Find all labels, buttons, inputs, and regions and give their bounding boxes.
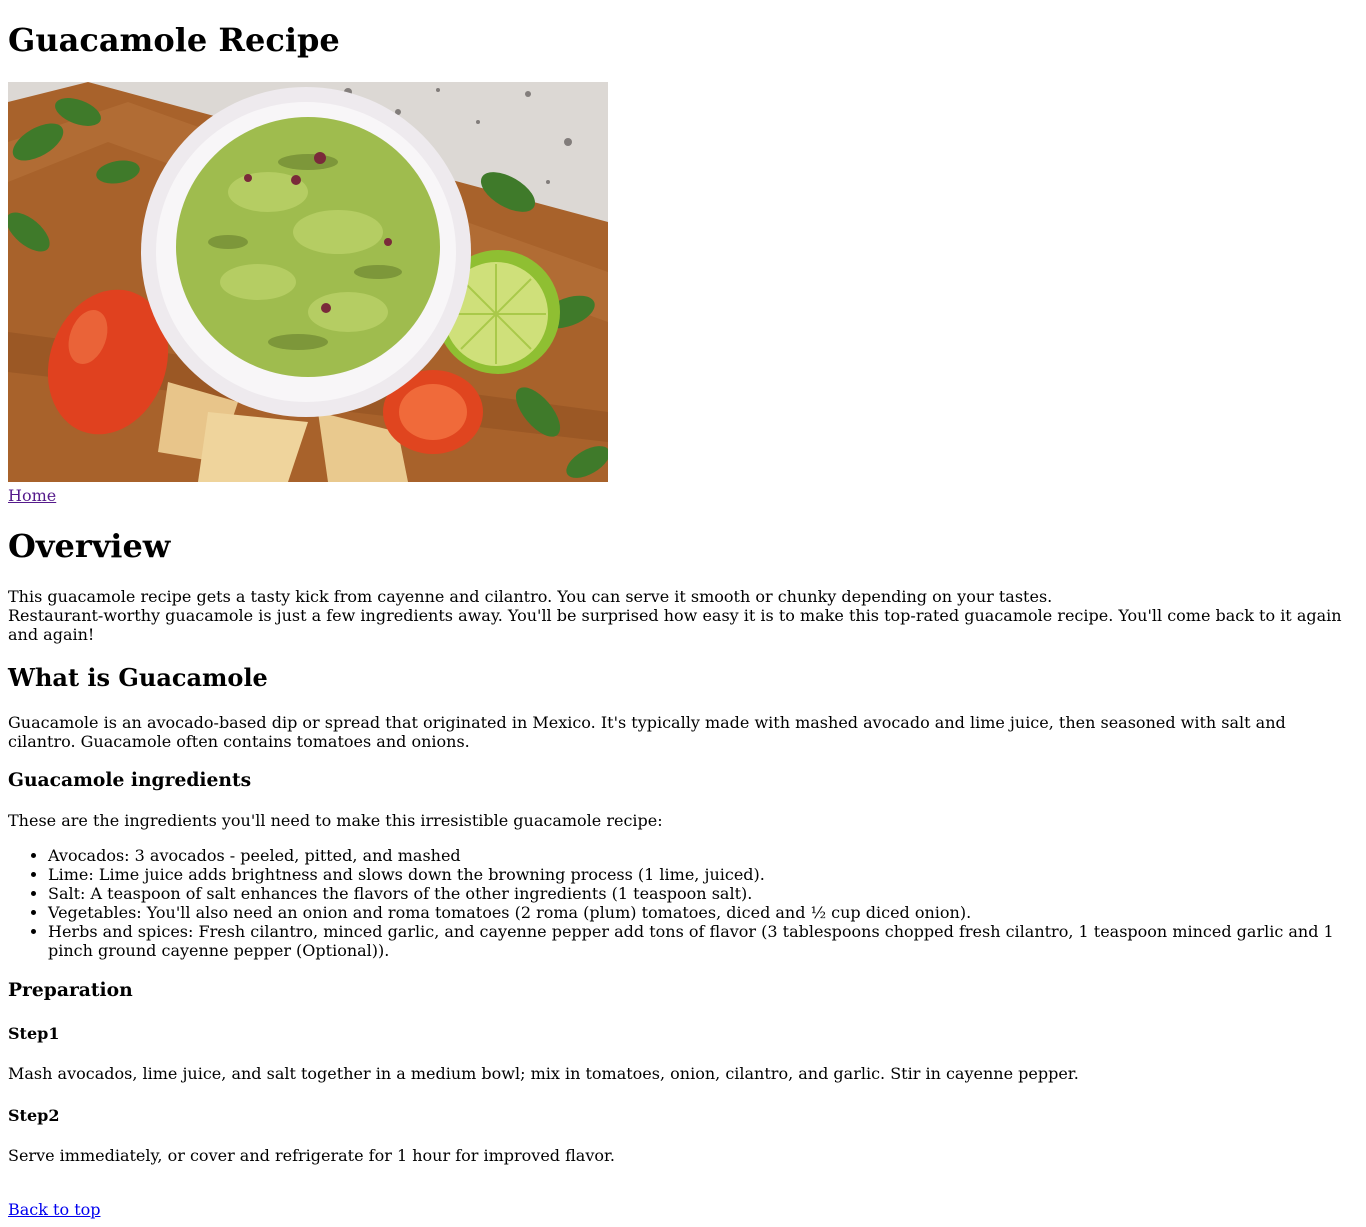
ingredients-heading: Guacamole ingredients bbox=[8, 769, 252, 791]
ingredients-list: Avocados: 3 avocados - peeled, pitted, a… bbox=[8, 846, 1358, 960]
overview-line-2: Restaurant-worthy guacamole is just a fe… bbox=[8, 606, 1342, 644]
overview-text: This guacamole recipe gets a tasty kick … bbox=[8, 587, 1358, 644]
home-link[interactable]: Home bbox=[8, 486, 56, 505]
what-is-text: Guacamole is an avocado-based dip or spr… bbox=[8, 713, 1286, 751]
step-1-text: Mash avocados, lime juice, and salt toge… bbox=[8, 1064, 1079, 1083]
back-to-top-link[interactable]: Back to top bbox=[8, 1200, 101, 1219]
guacamole-photo-icon bbox=[8, 82, 608, 482]
ingredient-item-avocados: Avocados: 3 avocados - peeled, pitted, a… bbox=[48, 846, 1358, 865]
ingredient-item-vegetables: Vegetables: You'll also need an onion an… bbox=[48, 903, 1358, 922]
overview-line-1: This guacamole recipe gets a tasty kick … bbox=[8, 587, 1053, 606]
ingredient-item-salt: Salt: A teaspoon of salt enhances the fl… bbox=[48, 884, 1358, 903]
preparation-heading: Preparation bbox=[8, 979, 133, 1001]
ingredients-intro: These are the ingredients you'll need to… bbox=[8, 811, 663, 830]
overview-heading: Overview bbox=[8, 527, 171, 565]
hero-image bbox=[8, 82, 608, 482]
step-1-title: Step1 bbox=[8, 1024, 60, 1043]
step-2-text: Serve immediately, or cover and refriger… bbox=[8, 1146, 615, 1165]
page-title: Guacamole Recipe bbox=[8, 21, 340, 59]
what-is-heading: What is Guacamole bbox=[8, 663, 268, 692]
ingredient-item-herbs: Herbs and spices: Fresh cilantro, minced… bbox=[48, 922, 1358, 960]
step-2-title: Step2 bbox=[8, 1106, 60, 1125]
ingredient-item-lime: Lime: Lime juice adds brightness and slo… bbox=[48, 865, 1358, 884]
